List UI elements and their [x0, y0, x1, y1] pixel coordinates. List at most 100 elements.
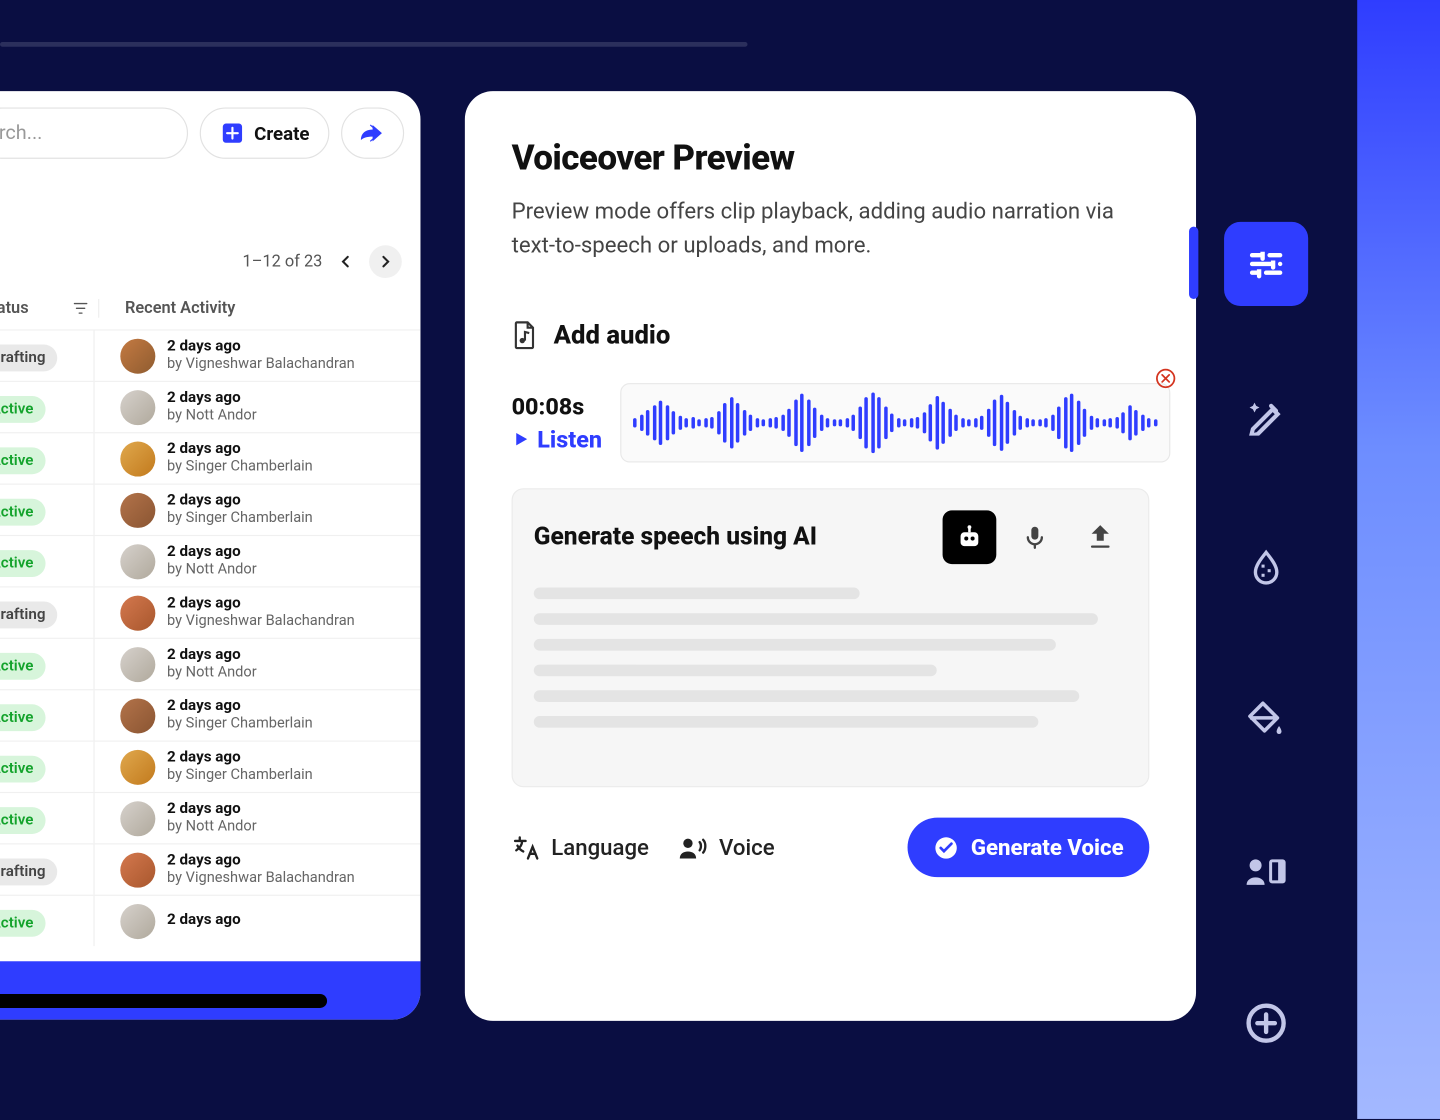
- wave-bar: [929, 404, 933, 441]
- wave-bar: [1013, 410, 1017, 436]
- wave-bar: [884, 406, 888, 439]
- wave-bar: [813, 408, 817, 438]
- status-badge: Active: [0, 447, 45, 474]
- list-item[interactable]: Active 2 days ago by Nott Andor: [0, 638, 420, 689]
- activity-time: 2 days ago: [167, 912, 241, 929]
- status-badge: Active: [0, 910, 45, 937]
- listen-button[interactable]: Listen: [512, 425, 602, 453]
- water-drop-icon: [1247, 548, 1284, 588]
- voice-selector[interactable]: Voice: [677, 833, 775, 861]
- activity-author: by Vigneshwar Balachandran: [167, 870, 355, 887]
- wave-bar: [1096, 418, 1100, 427]
- activity-author: by Singer Chamberlain: [167, 510, 313, 527]
- wave-bar: [1147, 418, 1151, 427]
- activity-time: 2 days ago: [167, 544, 257, 561]
- wave-bar: [768, 418, 772, 427]
- avatar: [120, 390, 155, 425]
- list-item[interactable]: Drafting 2 days ago by Vigneshwar Balach…: [0, 843, 420, 894]
- activity-author: by Nott Andor: [167, 562, 257, 579]
- activity-time: 2 days ago: [167, 852, 355, 869]
- tool-contacts[interactable]: [1224, 829, 1308, 913]
- avatar: [120, 646, 155, 681]
- bottom-scrollbar[interactable]: [0, 994, 327, 1008]
- voiceover-description: Preview mode offers clip playback, addin…: [512, 195, 1150, 262]
- share-button[interactable]: [341, 107, 404, 158]
- wave-bar: [1000, 395, 1004, 451]
- wave-bar: [897, 418, 901, 427]
- skeleton-line: [534, 639, 1056, 651]
- top-scrollbar[interactable]: [0, 42, 748, 47]
- list-item[interactable]: Drafting 2 days ago by Vigneshwar Balach…: [0, 586, 420, 637]
- list-item[interactable]: Active 2 days ago by Singer Chamberlain: [0, 689, 420, 740]
- add-audio-label: Add audio: [554, 321, 671, 350]
- list-item[interactable]: Active 2 days ago by Singer Chamberlain: [0, 432, 420, 483]
- skeleton-line: [534, 613, 1098, 625]
- wave-bar: [1154, 419, 1158, 426]
- status-badge: Active: [0, 756, 45, 783]
- wave-bar: [910, 418, 914, 427]
- tool-drop[interactable]: [1224, 526, 1308, 610]
- next-page-button[interactable]: [369, 245, 402, 278]
- activity-time: 2 days ago: [167, 441, 313, 458]
- wave-bar: [691, 417, 695, 429]
- wave-bar: [852, 415, 856, 431]
- list-item[interactable]: Active 2 days ago by Nott Andor: [0, 792, 420, 843]
- plus-circle-icon: [1245, 1002, 1287, 1044]
- wave-bar: [1019, 416, 1023, 430]
- waveform[interactable]: [621, 383, 1171, 462]
- microphone-button[interactable]: [1008, 510, 1062, 564]
- wave-bar: [679, 416, 683, 430]
- wave-bar: [878, 397, 882, 448]
- create-label: Create: [254, 122, 309, 144]
- tool-fill[interactable]: [1224, 677, 1308, 761]
- wave-bar: [723, 403, 727, 443]
- avatar: [120, 441, 155, 476]
- wave-bar: [865, 397, 869, 448]
- activity-author: by Singer Chamberlain: [167, 767, 313, 784]
- wave-bar: [743, 410, 747, 436]
- wave-bar: [993, 399, 997, 446]
- forward-icon: [359, 121, 387, 144]
- list-item[interactable]: Active 2 days ago by Singer Chamberlain: [0, 484, 420, 535]
- list-item[interactable]: Drafting 2 days ago by Vigneshwar Balach…: [0, 329, 420, 380]
- generate-voice-label: Generate Voice: [971, 834, 1124, 861]
- search-input[interactable]: rch...: [0, 107, 188, 158]
- wave-bar: [730, 397, 734, 448]
- wave-bar: [968, 419, 972, 426]
- wave-bar: [1006, 402, 1010, 444]
- list-item[interactable]: Active 2 days ago by Singer Chamberlain: [0, 741, 420, 792]
- list-item[interactable]: Active 2 days ago: [0, 895, 420, 946]
- list-item[interactable]: Active 2 days ago by Nott Andor: [0, 381, 420, 432]
- wave-bar: [704, 418, 708, 427]
- prev-page-button[interactable]: [329, 245, 362, 278]
- wave-bar: [640, 415, 644, 431]
- tool-magic-edit[interactable]: [1224, 374, 1308, 458]
- add-audio-header: Add audio: [512, 320, 1150, 350]
- wave-bar: [1051, 415, 1055, 431]
- wave-bar: [749, 415, 753, 431]
- tool-add[interactable]: [1224, 981, 1308, 1065]
- tool-sliders[interactable]: [1224, 222, 1308, 306]
- activity-author: by Vigneshwar Balachandran: [167, 613, 355, 630]
- status-badge: Active: [0, 704, 45, 731]
- generate-voice-button[interactable]: Generate Voice: [908, 818, 1150, 878]
- wave-bar: [833, 419, 837, 426]
- filter-icon[interactable]: [73, 300, 89, 316]
- audio-file-icon: [512, 320, 538, 350]
- robot-icon: [954, 522, 984, 552]
- magic-edit-icon: [1246, 396, 1286, 436]
- wave-bar: [1103, 419, 1107, 426]
- create-button[interactable]: Create: [199, 107, 329, 158]
- language-selector[interactable]: Language: [512, 833, 649, 861]
- play-icon: [512, 430, 531, 449]
- remove-audio-icon[interactable]: [1155, 368, 1176, 389]
- list-item[interactable]: Active 2 days ago by Nott Andor: [0, 535, 420, 586]
- skeleton-line: [534, 588, 860, 600]
- activity-time: 2 days ago: [167, 750, 313, 767]
- ai-robot-button[interactable]: [943, 510, 997, 564]
- upload-button[interactable]: [1073, 510, 1127, 564]
- wave-bar: [923, 412, 927, 433]
- sliders-icon: [1245, 243, 1287, 285]
- activity-time: 2 days ago: [167, 801, 257, 818]
- wave-bar: [1122, 412, 1126, 433]
